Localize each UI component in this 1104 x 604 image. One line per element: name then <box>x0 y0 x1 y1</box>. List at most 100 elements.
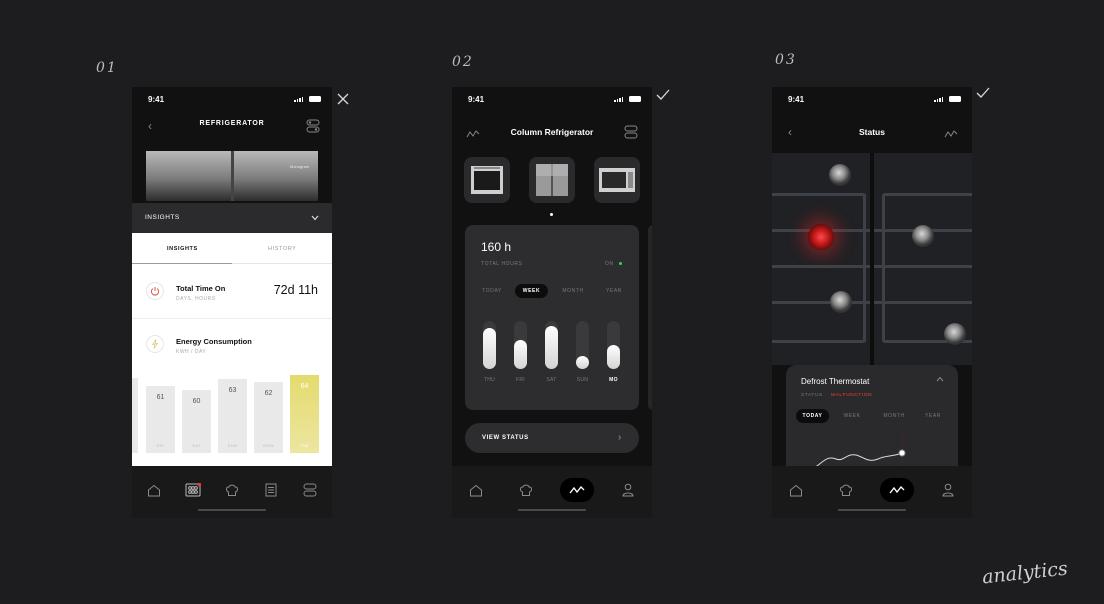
metric-sub: KWH / DAY <box>176 349 207 355</box>
view-status-label: VIEW STATUS <box>482 435 529 441</box>
screen-label-02: 02 <box>452 54 474 70</box>
chef-hat-icon[interactable] <box>514 478 538 502</box>
usage-day-label: THU <box>483 377 496 383</box>
signal-icon <box>614 97 624 102</box>
energy-bar: 63 SUN <box>218 378 247 453</box>
thermostat-status-card: Defrost Thermostat STATUS MALFUNCTION TO… <box>786 365 958 475</box>
profile-icon[interactable] <box>936 478 960 502</box>
phone-screen-refrigerator: 9:41 ‹ REFRIGERATOR Monogram INSIGHTS IN… <box>132 87 332 518</box>
check-icon <box>976 87 990 103</box>
status-bar: 9:41 <box>132 87 332 111</box>
insights-dropdown[interactable]: INSIGHTS <box>132 203 332 233</box>
usage-bar <box>576 355 589 369</box>
phone-screen-status: 9:41 ‹ Status Defrost Thermostat STATUS … <box>772 87 972 518</box>
appliance-toggle-icon[interactable] <box>624 125 638 139</box>
home-indicator <box>838 509 906 511</box>
period-week[interactable]: WEEK <box>837 409 867 423</box>
status-value-malfunction: MALFUNCTION <box>831 393 873 398</box>
usage-bar-chart: THU FRI SAT SUN MO <box>465 225 639 410</box>
appliances-icon[interactable] <box>181 478 205 502</box>
bar-value-label: 60 <box>192 398 201 405</box>
tab-history[interactable]: HISTORY <box>268 246 296 252</box>
signature-text: analytics <box>981 557 1069 589</box>
close-icon <box>336 92 350 110</box>
usage-card: 160 h TOTAL HOURS ON TODAY WEEK MONTH YE… <box>465 225 639 410</box>
microwave-thumbnail[interactable] <box>594 157 640 203</box>
appliance-carousel <box>464 157 640 205</box>
insights-panel: INSIGHTS HISTORY Total Time On DAYS, HOU… <box>132 233 332 474</box>
analytics-tab-icon[interactable] <box>880 478 914 502</box>
chef-hat-icon[interactable] <box>834 478 858 502</box>
bar-value-label: 61 <box>156 394 165 402</box>
metric-value: 72d 11h <box>273 283 318 297</box>
cooktop-image <box>772 153 972 365</box>
settings-toggle-icon[interactable] <box>298 478 322 502</box>
usage-day-label: FRI <box>516 377 525 383</box>
period-year[interactable]: YEAR <box>919 409 947 423</box>
view-status-button[interactable]: VIEW STATUS › <box>465 423 639 453</box>
home-icon[interactable] <box>142 478 166 502</box>
chevron-right-icon: › <box>618 432 622 443</box>
energy-bar: 60 SAT <box>182 390 211 453</box>
usage-bar <box>607 345 620 369</box>
usage-bar-track <box>576 321 589 369</box>
usage-bar-track <box>607 321 620 369</box>
energy-bar: 62 MON <box>254 382 283 453</box>
check-icon <box>656 89 670 105</box>
metric-label: Total Time On <box>176 284 226 293</box>
period-month[interactable]: MONTH <box>878 409 910 423</box>
profile-icon[interactable] <box>616 478 640 502</box>
burner <box>944 323 966 345</box>
home-indicator <box>518 509 586 511</box>
recipes-icon[interactable] <box>259 478 283 502</box>
power-icon <box>146 282 164 300</box>
metric-sub: DAYS, HOURS <box>176 296 216 302</box>
bar-day-label: FRI <box>156 443 165 448</box>
bar-value-label: 64 <box>300 382 309 390</box>
bar-value-label: 62 <box>264 390 273 398</box>
current-point <box>898 449 906 457</box>
tab-bar <box>452 466 652 518</box>
tab-insights[interactable]: INSIGHTS <box>167 246 198 252</box>
oven-thumbnail[interactable] <box>464 157 510 203</box>
status-label: STATUS <box>801 393 823 398</box>
energy-bar: 64 TUE <box>290 374 319 453</box>
metric-label: Energy Consumption <box>176 337 252 346</box>
usage-bar-track <box>483 321 496 369</box>
brand-logo-text: Monogram <box>290 164 310 169</box>
analytics-tab-icon[interactable] <box>560 478 594 502</box>
nav-bar: ‹ REFRIGERATOR <box>132 115 332 137</box>
burner <box>912 225 934 247</box>
bolt-icon <box>146 335 164 353</box>
energy-bar: 61 FRI <box>146 386 175 453</box>
bar-value-label: 63 <box>228 386 237 394</box>
home-icon[interactable] <box>464 478 488 502</box>
refrigerator-thumbnail[interactable] <box>529 157 575 203</box>
status-bar: 9:41 <box>772 87 972 111</box>
usage-bar-track <box>514 321 527 369</box>
phone-screen-column-refrigerator: 9:41 Column Refrigerator 160 h TOTAL HOU… <box>452 87 652 518</box>
usage-day-label: SAT <box>546 377 557 383</box>
appliance-toggle-icon[interactable] <box>306 119 320 133</box>
battery-icon <box>949 96 961 102</box>
screen-label-03: 03 <box>775 52 797 68</box>
status-bar: 9:41 <box>452 87 652 111</box>
signal-icon <box>294 97 304 102</box>
chevron-down-icon <box>311 215 319 221</box>
page-title: Column Refrigerator <box>510 127 594 137</box>
usage-bar <box>545 325 558 369</box>
page-title: REFRIGERATOR <box>199 120 265 127</box>
burner-malfunction <box>808 224 834 250</box>
chevron-up-icon[interactable] <box>936 375 944 384</box>
chef-hat-icon[interactable] <box>220 478 244 502</box>
segmented-tabs: INSIGHTS HISTORY <box>132 233 332 265</box>
burner <box>830 291 852 313</box>
usage-day-label: MO <box>609 377 618 383</box>
status-time: 9:41 <box>468 95 485 104</box>
nav-bar: ‹ Status <box>772 123 972 145</box>
screen-label-01: 01 <box>96 60 118 76</box>
metric-row-time-on: Total Time On DAYS, HOURS 72d 11h <box>132 267 332 319</box>
home-icon[interactable] <box>784 478 808 502</box>
analytics-icon[interactable] <box>944 126 958 140</box>
period-today[interactable]: TODAY <box>796 409 829 423</box>
